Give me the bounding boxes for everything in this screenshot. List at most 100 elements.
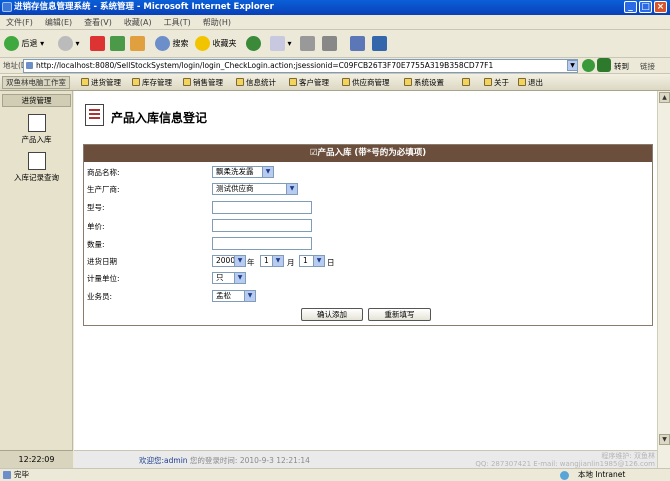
mail-button[interactable]: ▾	[270, 35, 292, 53]
month-unit: 月	[287, 258, 295, 267]
month-select[interactable]: 1 ▼	[260, 255, 284, 267]
stock-icon	[132, 78, 140, 86]
vertical-scrollbar[interactable]: ▲ ▼	[657, 91, 670, 468]
chevron-down-icon: ▼	[286, 184, 297, 194]
home-button[interactable]	[130, 35, 145, 53]
menu-help[interactable]: 帮助(H)	[203, 15, 231, 30]
customer-icon	[289, 78, 297, 86]
exit-icon	[518, 78, 526, 86]
research-button[interactable]	[372, 35, 387, 53]
history-button[interactable]	[246, 35, 261, 53]
chevron-down-icon: ▼	[234, 256, 245, 266]
back-button[interactable]: 后退 ▾	[4, 35, 44, 53]
nav-stock-label: 库存管理	[142, 78, 172, 87]
scroll-up-icon[interactable]: ▲	[659, 92, 670, 103]
username: admin	[164, 456, 188, 465]
supplier-icon	[342, 78, 350, 86]
menu-favorites[interactable]: 收藏(A)	[124, 15, 152, 30]
submit-button[interactable]: 确认添加	[301, 308, 363, 321]
favorites-label: 收藏夹	[212, 39, 237, 48]
staff-value: 孟松	[216, 291, 231, 300]
star-icon	[195, 36, 210, 51]
go-button[interactable]: 转到	[614, 61, 629, 72]
product-select[interactable]: 飘柔洗发露 ▼	[212, 166, 274, 178]
model-input[interactable]	[212, 201, 312, 214]
sidebar-item-product-in[interactable]: 产品入库	[2, 114, 71, 145]
nav-customer[interactable]: 客户管理	[289, 76, 329, 89]
window-titlebar: 进销存信息管理系统 - 系统管理 - Microsoft Internet Ex…	[0, 0, 670, 15]
chevron-down-icon: ▼	[234, 273, 245, 283]
nav-supplier[interactable]: 供应商管理	[342, 76, 390, 89]
unit-label: 计量单位:	[87, 274, 120, 283]
nav-stats[interactable]: 信息统计	[236, 76, 276, 89]
page-title: 产品入库信息登记	[111, 111, 208, 125]
print-button[interactable]	[300, 35, 315, 53]
forward-arrow-icon	[58, 36, 73, 51]
product-value: 飘柔洗发露	[216, 167, 254, 176]
chevron-down-icon: ▼	[272, 256, 283, 266]
settings-icon	[404, 78, 412, 86]
form-header: ☑产品入库 (带*号的为必填项)	[84, 145, 652, 162]
credit-contact: QQ: 287307421 E-mail: wangjianlin1985@12…	[475, 460, 655, 468]
year-unit: 年	[247, 258, 255, 267]
browser-toolbar: 后退 ▾ ▾ 搜索 收藏夹 ▾	[0, 30, 670, 58]
stop-button[interactable]	[90, 35, 105, 53]
nav-stock[interactable]: 库存管理	[132, 76, 172, 89]
layout-toggle[interactable]	[462, 76, 472, 89]
favorites-button[interactable]: 收藏夹	[195, 35, 237, 53]
maker-label: 生产厂商:	[87, 185, 120, 194]
nav-settings[interactable]: 系统设置	[404, 76, 444, 89]
menu-tools[interactable]: 工具(T)	[164, 15, 191, 30]
back-arrow-icon	[4, 36, 19, 51]
address-input[interactable]: http://localhost:8080/SellStockSystem/lo…	[23, 59, 578, 73]
staff-select[interactable]: 孟松 ▼	[212, 290, 256, 302]
edit-icon	[322, 36, 337, 51]
address-dropdown-icon[interactable]: ▼	[567, 60, 578, 71]
nav-purchase[interactable]: 进货管理	[81, 76, 121, 89]
maker-select[interactable]: 测试供应商 ▼	[212, 183, 298, 195]
year-select[interactable]: 2000 ▼	[212, 255, 246, 267]
minimize-button[interactable]: _	[624, 1, 637, 13]
links-label[interactable]: 链接	[640, 61, 655, 72]
refresh-button[interactable]	[110, 35, 125, 53]
nav-sales[interactable]: 销售管理	[183, 76, 223, 89]
menu-file[interactable]: 文件(F)	[6, 15, 33, 30]
day-value: 1	[303, 256, 308, 265]
stop-icon	[90, 36, 105, 51]
menu-view[interactable]: 查看(V)	[84, 15, 112, 30]
clock: 12:22:09	[0, 450, 73, 468]
nav-customer-label: 客户管理	[299, 78, 329, 87]
about-icon	[484, 78, 492, 86]
staff-label: 业务员:	[87, 292, 113, 301]
print-icon	[300, 36, 315, 51]
date-label: 进货日期	[87, 257, 117, 266]
page-footer: 欢迎您:admin 您的登录时间: 2010-9-3 12:21:14 程序维护…	[74, 450, 657, 468]
edit-button[interactable]	[322, 35, 337, 53]
exit-button[interactable]: 退出	[518, 76, 543, 89]
menu-edit[interactable]: 编辑(E)	[45, 15, 72, 30]
forward-button[interactable]: ▾	[58, 35, 80, 53]
price-input[interactable]	[212, 219, 312, 232]
go-arrow-icon[interactable]	[582, 59, 595, 72]
maximize-button[interactable]: □	[639, 1, 652, 13]
product-label: 商品名称:	[87, 168, 120, 177]
search-button[interactable]: 搜索	[155, 35, 189, 53]
model-label: 型号:	[87, 203, 105, 212]
about-label: 关于	[494, 78, 509, 87]
sidebar-item-in-records[interactable]: 入库记录查询	[2, 152, 71, 183]
reset-button[interactable]: 重新填写	[368, 308, 431, 321]
nav-purchase-label: 进货管理	[91, 78, 121, 87]
scroll-down-icon[interactable]: ▼	[659, 434, 670, 445]
messenger-button[interactable]	[350, 35, 365, 53]
messenger-icon	[350, 36, 365, 51]
window-title: 进销存信息管理系统 - 系统管理 - Microsoft Internet Ex…	[14, 2, 274, 12]
chevron-down-icon: ▼	[244, 291, 255, 301]
unit-select[interactable]: 只 ▼	[212, 272, 246, 284]
about-button[interactable]: 关于	[484, 76, 509, 89]
stats-icon	[236, 78, 244, 86]
close-button[interactable]: ×	[654, 1, 667, 13]
qty-input[interactable]	[212, 237, 312, 250]
zone-text: 本地 Intranet	[578, 470, 626, 479]
day-select[interactable]: 1 ▼	[299, 255, 325, 267]
welcome-text: 欢迎您:admin 您的登录时间: 2010-9-3 12:21:14	[139, 455, 310, 466]
